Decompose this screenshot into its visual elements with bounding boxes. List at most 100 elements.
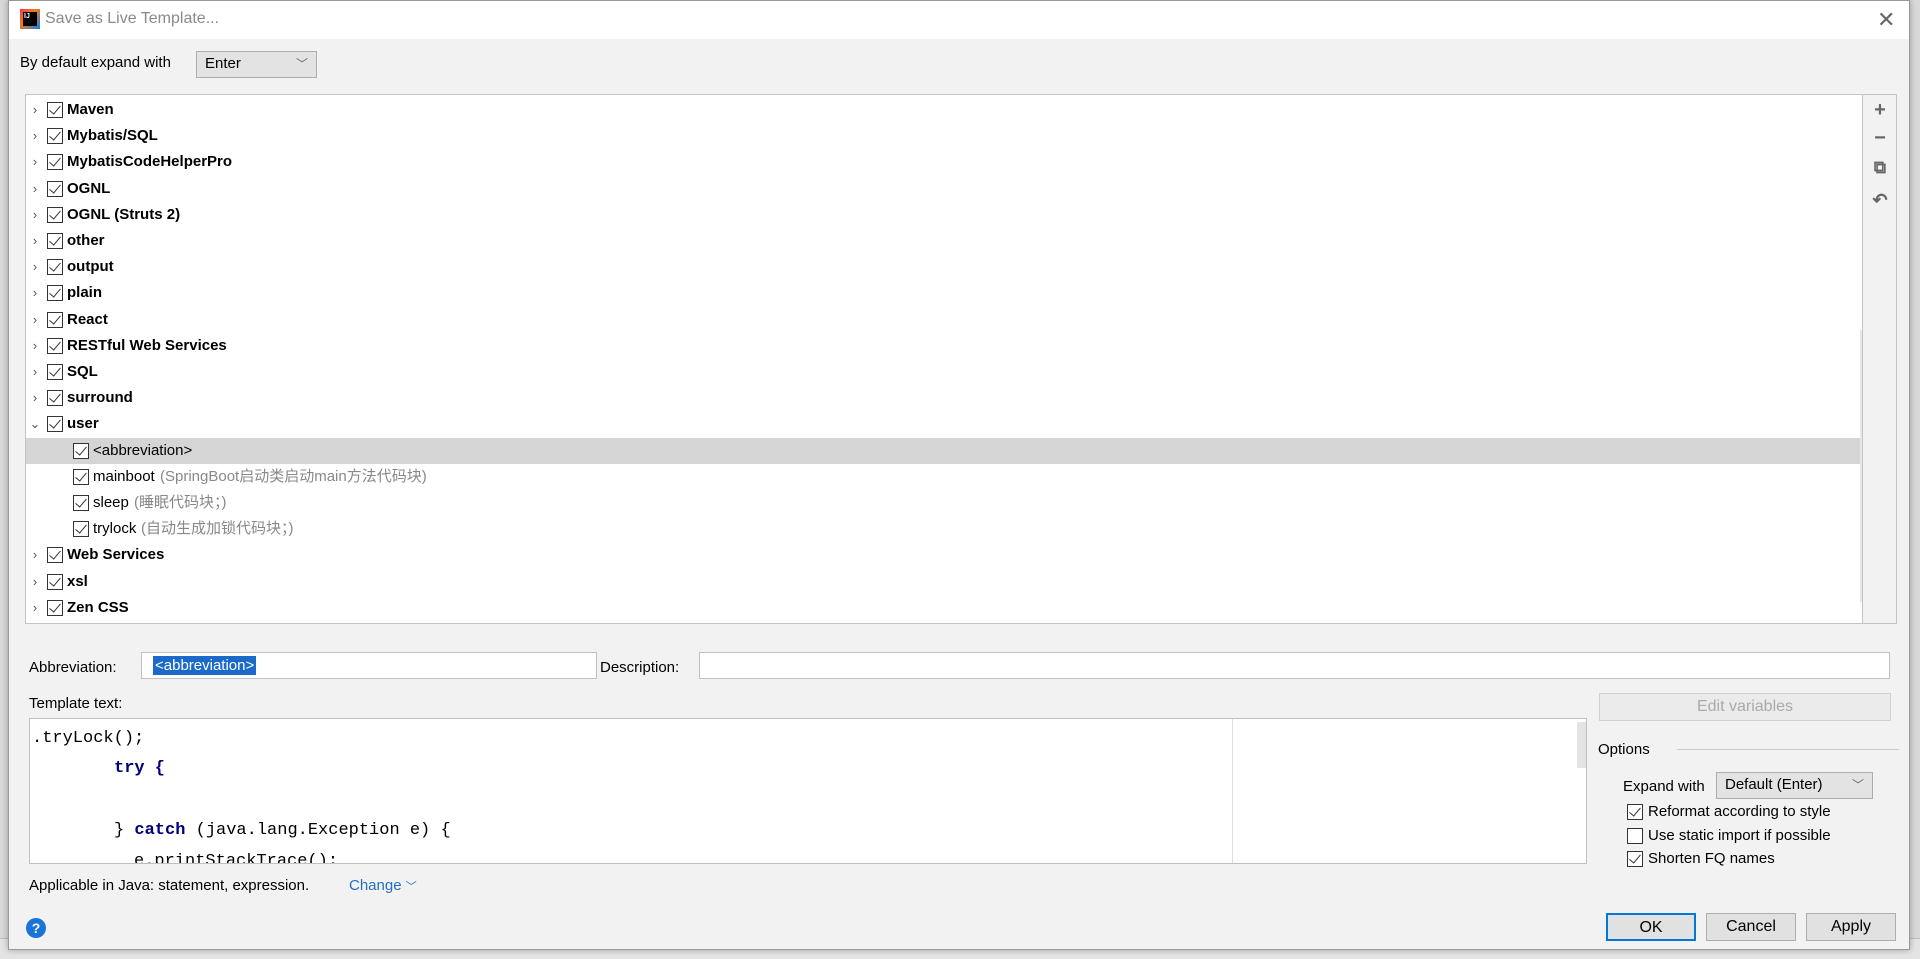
close-icon[interactable]: ✕ <box>1877 7 1895 33</box>
tree-item-label: plain <box>67 284 103 302</box>
code-line: e.printStackTrace(); <box>134 852 339 864</box>
chevron-right-icon[interactable]: › <box>29 149 41 175</box>
option-label: Shorten FQ names <box>1648 850 1775 867</box>
tree-row[interactable]: › Zen CSS <box>26 595 1862 621</box>
chevron-right-icon[interactable]: › <box>29 254 41 280</box>
tree-row[interactable]: › MybatisCodeHelperPro <box>26 149 1862 175</box>
window-title: Save as Live Template... <box>45 10 220 27</box>
copy-icon[interactable]: ⧉ <box>1871 158 1889 178</box>
tree-item-description: (自动生成加锁代码块；) <box>141 520 294 538</box>
expand-default-dropdown[interactable]: Enter ﹀ <box>196 51 317 78</box>
tree-item-label: other <box>67 232 105 249</box>
tree-item-label: mainboot <box>93 467 155 485</box>
checkbox[interactable] <box>73 442 89 459</box>
chevron-right-icon[interactable]: › <box>29 359 41 385</box>
checkbox[interactable] <box>73 521 89 538</box>
checkbox[interactable] <box>47 285 63 302</box>
remove-icon[interactable]: − <box>1871 127 1889 150</box>
tree-item-label: SQL <box>67 363 98 380</box>
tree-row[interactable]: › SQL <box>26 359 1862 385</box>
tree-row[interactable]: › React <box>26 307 1862 333</box>
tree-row[interactable]: › Mybatis/SQL <box>26 123 1862 149</box>
checkbox[interactable] <box>47 259 63 276</box>
change-context-link[interactable]: Change ﹀ <box>349 877 417 894</box>
chevron-right-icon[interactable]: › <box>29 385 41 411</box>
chevron-right-icon[interactable]: › <box>29 202 41 228</box>
checkbox[interactable] <box>73 468 89 485</box>
tree-row[interactable]: › xsl <box>26 569 1862 595</box>
checkbox[interactable] <box>1627 827 1643 844</box>
tree-row[interactable]: › plain <box>26 280 1862 306</box>
expand-with-value: Default (Enter) <box>1725 776 1823 793</box>
tree-row[interactable]: mainboot (SpringBoot启动类启动main方法代码块) <box>26 464 1862 490</box>
chevron-right-icon[interactable]: › <box>29 333 41 359</box>
checkbox[interactable] <box>47 573 63 590</box>
checkbox[interactable] <box>73 495 89 511</box>
right-margin-line <box>1232 719 1233 863</box>
edit-variables-button[interactable]: Edit variables <box>1599 693 1891 721</box>
logo-text: IJ <box>23 12 37 26</box>
chevron-down-icon[interactable]: ⌄ <box>29 411 41 437</box>
option-checkbox-row[interactable]: Shorten FQ names <box>1627 848 1887 870</box>
tree-row[interactable]: <abbreviation> <box>26 437 1862 464</box>
checkbox[interactable] <box>47 599 63 616</box>
expand-with-dropdown[interactable]: Default (Enter) ﹀ <box>1716 772 1873 799</box>
checkbox[interactable] <box>47 102 63 118</box>
checkbox[interactable] <box>47 233 63 249</box>
tree-row[interactable]: › output <box>26 254 1862 280</box>
tree-row[interactable]: ⌄ user <box>26 411 1862 437</box>
tree-row[interactable]: › RESTful Web Services <box>26 333 1862 359</box>
chevron-right-icon[interactable]: › <box>29 542 41 568</box>
tree-row[interactable]: › OGNL <box>26 176 1862 202</box>
revert-icon[interactable]: ↶ <box>1871 190 1889 211</box>
checkbox[interactable] <box>47 154 63 171</box>
chevron-right-icon[interactable]: › <box>29 307 41 333</box>
description-input[interactable] <box>699 652 1890 679</box>
editor-scrollbar[interactable] <box>1576 721 1586 769</box>
tree-item-label: Zen CSS <box>67 598 129 616</box>
save-live-template-dialog: IJ Save as Live Template... ✕ By default… <box>8 0 1910 950</box>
code-line: } catch (java.lang.Exception e) { <box>114 821 451 840</box>
checkbox[interactable] <box>47 180 63 197</box>
apply-button[interactable]: Apply <box>1806 913 1896 941</box>
chevron-right-icon[interactable]: › <box>29 280 41 306</box>
chevron-down-icon: ﹀ <box>295 57 308 71</box>
option-checkbox-row[interactable]: Reformat according to style <box>1627 801 1887 823</box>
ok-button[interactable]: OK <box>1606 913 1696 941</box>
tree-row[interactable]: trylock (自动生成加锁代码块；) <box>26 516 1862 542</box>
checkbox[interactable] <box>47 390 63 407</box>
checkbox[interactable] <box>47 416 63 433</box>
tree-item-label: Maven <box>67 101 114 118</box>
chevron-right-icon[interactable]: › <box>29 97 41 123</box>
checkbox[interactable] <box>47 206 63 223</box>
tree-row[interactable]: › other <box>26 228 1862 254</box>
tree-row[interactable]: sleep (睡眠代码块；) <box>26 490 1862 516</box>
option-checkbox-row[interactable]: Use static import if possible <box>1627 825 1887 847</box>
tree-row[interactable]: › surround <box>26 385 1862 411</box>
tree-row[interactable]: › Maven <box>26 97 1862 123</box>
cancel-button[interactable]: Cancel <box>1706 913 1796 941</box>
checkbox[interactable] <box>47 311 63 328</box>
chevron-right-icon[interactable]: › <box>29 595 41 621</box>
tree-row[interactable]: › Web Services <box>26 542 1862 568</box>
checkbox[interactable] <box>1627 851 1643 867</box>
help-icon[interactable]: ? <box>26 918 46 938</box>
checkbox[interactable] <box>47 547 63 564</box>
chevron-right-icon[interactable]: › <box>29 228 41 254</box>
add-icon[interactable]: + <box>1871 99 1889 122</box>
checkbox[interactable] <box>47 364 63 380</box>
tree-item-label: sleep <box>93 494 129 511</box>
tree-item-description: (SpringBoot启动类启动main方法代码块) <box>160 467 427 485</box>
template-text-editor[interactable]: .tryLock(); try { } catch (java.lang.Exc… <box>29 718 1587 864</box>
chevron-right-icon[interactable]: › <box>29 176 41 202</box>
tree-item-label: surround <box>67 389 133 407</box>
checkbox[interactable] <box>47 337 63 354</box>
chevron-right-icon[interactable]: › <box>29 123 41 149</box>
tree-row[interactable]: › OGNL (Struts 2) <box>26 202 1862 228</box>
checkbox[interactable] <box>1627 804 1643 820</box>
chevron-right-icon[interactable]: › <box>29 569 41 595</box>
expand-default-value: Enter <box>205 55 241 72</box>
tree-item-label: <abbreviation> <box>93 441 193 459</box>
template-tree[interactable]: › Maven › Mybatis/SQL › MybatisCodeHelperPro ›… <box>25 94 1863 624</box>
checkbox[interactable] <box>47 128 63 145</box>
